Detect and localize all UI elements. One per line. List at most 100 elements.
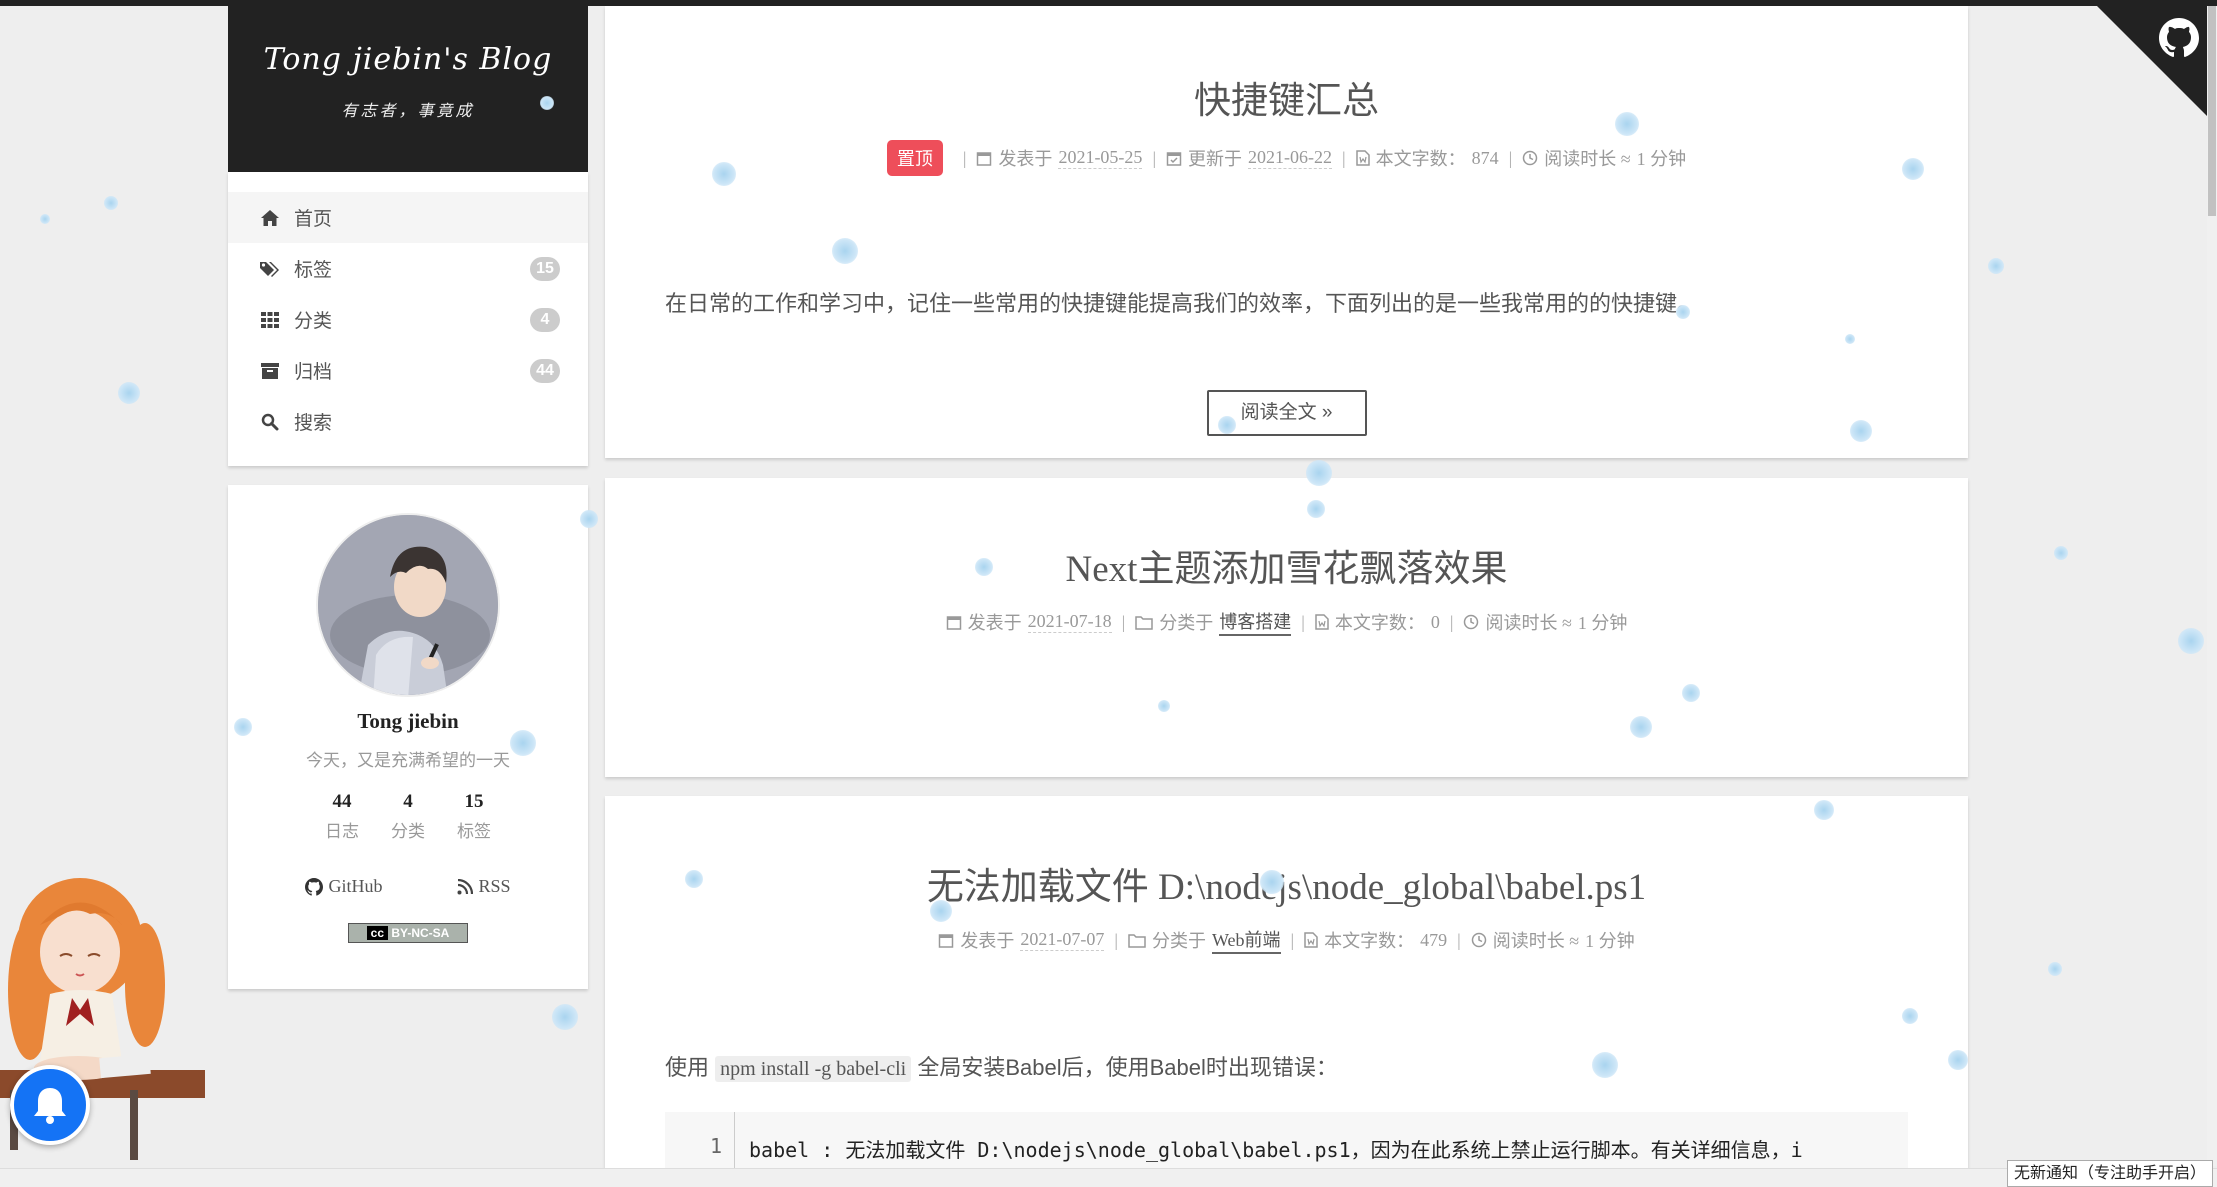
site-title[interactable]: Tong jiebin's Blog xyxy=(228,42,588,77)
meta-updated: 更新于 2021-06-22 xyxy=(1166,145,1333,171)
code-line: babel : 无法加载文件 D:\nodejs\node_global\bab… xyxy=(749,1138,1803,1162)
menu-label: 归档 xyxy=(294,362,333,383)
reading-time: 1 分钟 xyxy=(1585,931,1635,951)
snowflake xyxy=(1158,700,1170,712)
snowflake xyxy=(832,238,858,264)
calendar-icon xyxy=(939,934,954,948)
sticky-badge: 置顶 xyxy=(886,140,943,176)
meta-separator: | xyxy=(1290,929,1295,950)
menu-item-tags[interactable]: 标签 15 xyxy=(228,243,588,294)
meta-words: 本文字数： 479 xyxy=(1304,927,1447,953)
snowflake xyxy=(685,870,703,888)
state-count: 4 xyxy=(403,791,413,812)
snowflake xyxy=(1814,800,1834,820)
meta-category: 分类于 博客搭建 xyxy=(1135,608,1292,636)
calendar-icon xyxy=(977,152,992,166)
search-icon xyxy=(258,412,282,432)
state-tags[interactable]: 15 标签 xyxy=(441,791,507,842)
meta-label: 阅读时长 ≈ xyxy=(1485,613,1572,633)
snowflake xyxy=(1845,334,1855,344)
meta-separator: | xyxy=(1449,611,1454,632)
file-word-icon xyxy=(1355,150,1370,166)
cc-license-label: BY-NC-SA xyxy=(391,926,450,940)
snowflake xyxy=(234,718,252,736)
snowflake xyxy=(1630,716,1652,738)
rss-link[interactable]: RSS xyxy=(457,876,511,897)
site-state: 44 日志 4 分类 15 标签 xyxy=(228,791,588,842)
snowflake xyxy=(1592,1052,1618,1078)
meta-label: 分类于 xyxy=(1159,613,1214,633)
post-card: 快捷键汇总 置顶 | 发表于 2021-05-25 | 更新于 2021-06-… xyxy=(605,6,1968,458)
inline-code: npm install -g babel-cli xyxy=(715,1056,912,1082)
file-word-icon xyxy=(1304,932,1318,948)
snowflake xyxy=(1902,1008,1918,1024)
rss-label: RSS xyxy=(478,876,511,896)
calendar-check-icon xyxy=(1166,152,1182,166)
notification-bell-button[interactable] xyxy=(10,1065,90,1145)
word-count: 874 xyxy=(1471,147,1499,168)
scrollbar-thumb[interactable] xyxy=(2208,6,2216,216)
snowflake xyxy=(540,96,554,110)
post-card: 无法加载文件 D:\nodejs\node_global\babel.ps1 发… xyxy=(605,796,1968,1176)
post-meta: 置顶 | 发表于 2021-05-25 | 更新于 2021-06-22 | 本… xyxy=(605,140,1968,176)
meta-separator: | xyxy=(1301,611,1305,632)
menu-item-search[interactable]: 搜索 xyxy=(228,396,588,447)
post-excerpt: 在日常的工作和学习中，记住一些常用的快捷键能提高我们的效率，下面列出的是一些我常… xyxy=(665,291,1700,316)
state-name: 分类 xyxy=(391,822,425,841)
github-icon xyxy=(305,877,324,896)
menu-item-archives[interactable]: 归档 44 xyxy=(228,345,588,396)
posted-date: 2021-07-07 xyxy=(1020,929,1105,951)
clock-icon xyxy=(1464,614,1479,630)
post-body-text: 使用 npm install -g babel-cli 全局安装Babel后，使… xyxy=(605,1050,1968,1082)
category-link[interactable]: 博客搭建 xyxy=(1219,608,1292,636)
post-card: Next主题添加雪花飘落效果 发表于 2021-07-18 | 分类于 博客搭建… xyxy=(605,478,1968,777)
snowflake xyxy=(930,900,952,922)
github-corner-icon[interactable] xyxy=(2091,0,2217,126)
menu-label: 搜索 xyxy=(294,413,333,434)
menu-label: 分类 xyxy=(294,311,333,332)
reading-time: 1 分钟 xyxy=(1636,149,1687,169)
post-title[interactable]: Next主题添加雪花飘落效果 xyxy=(605,538,1968,592)
snowflake xyxy=(1615,112,1639,136)
post-title[interactable]: 无法加载文件 D:\nodejs\node_global\babel.ps1 xyxy=(605,856,1968,910)
tags-icon xyxy=(258,259,282,279)
meta-separator: | xyxy=(1342,147,1346,168)
site-brand: Tong jiebin's Blog 有志者，事竟成 xyxy=(228,6,588,172)
meta-label: 阅读时长 ≈ xyxy=(1544,149,1631,169)
state-count: 44 xyxy=(332,791,352,812)
menu-item-home[interactable]: 首页 xyxy=(228,192,588,243)
post-title[interactable]: 快捷键汇总 xyxy=(605,70,1968,124)
meta-reading: 阅读时长 ≈ 1 分钟 xyxy=(1522,145,1686,171)
github-link[interactable]: GitHub xyxy=(305,876,382,897)
state-name: 标签 xyxy=(457,822,491,841)
menu-item-categories[interactable]: 分类 4 xyxy=(228,294,588,345)
meta-label: 阅读时长 ≈ xyxy=(1492,931,1580,951)
line-number: 1 xyxy=(665,1112,735,1172)
state-categories[interactable]: 4 分类 xyxy=(375,791,441,842)
meta-words: 本文字数： 874 xyxy=(1355,145,1499,171)
code-block: 1 babel : 无法加载文件 D:\nodejs\node_global\b… xyxy=(665,1112,1908,1172)
snowflake xyxy=(1218,416,1236,434)
posted-date: 2021-07-18 xyxy=(1027,611,1112,633)
state-posts[interactable]: 44 日志 xyxy=(309,791,375,842)
author-name: Tong jiebin xyxy=(357,709,459,733)
meta-separator: | xyxy=(1121,611,1126,632)
home-icon xyxy=(258,208,282,228)
github-label: GitHub xyxy=(328,876,383,896)
snowflake xyxy=(118,382,140,404)
meta-separator: | xyxy=(1508,147,1513,168)
snowflake xyxy=(1676,305,1690,319)
meta-label: 本文字数： xyxy=(1375,149,1466,169)
categories-count-badge: 4 xyxy=(530,307,560,332)
horizontal-scrollbar[interactable] xyxy=(0,1168,2217,1187)
rss-icon xyxy=(457,878,474,894)
notification-toast: 无新通知（专注助手开启） xyxy=(2006,1160,2213,1187)
meta-separator: | xyxy=(1114,929,1118,950)
meta-words: 本文字数： 0 xyxy=(1315,609,1440,635)
body-suffix: 全局安装Babel后，使用Babel时出现错误： xyxy=(917,1055,1338,1080)
file-word-icon xyxy=(1315,614,1329,630)
meta-label: 发表于 xyxy=(998,149,1053,169)
updated-date: 2021-06-22 xyxy=(1248,147,1333,169)
cc-license-badge[interactable]: cc BY-NC-SA xyxy=(348,923,468,943)
category-link[interactable]: Web前端 xyxy=(1211,926,1281,954)
